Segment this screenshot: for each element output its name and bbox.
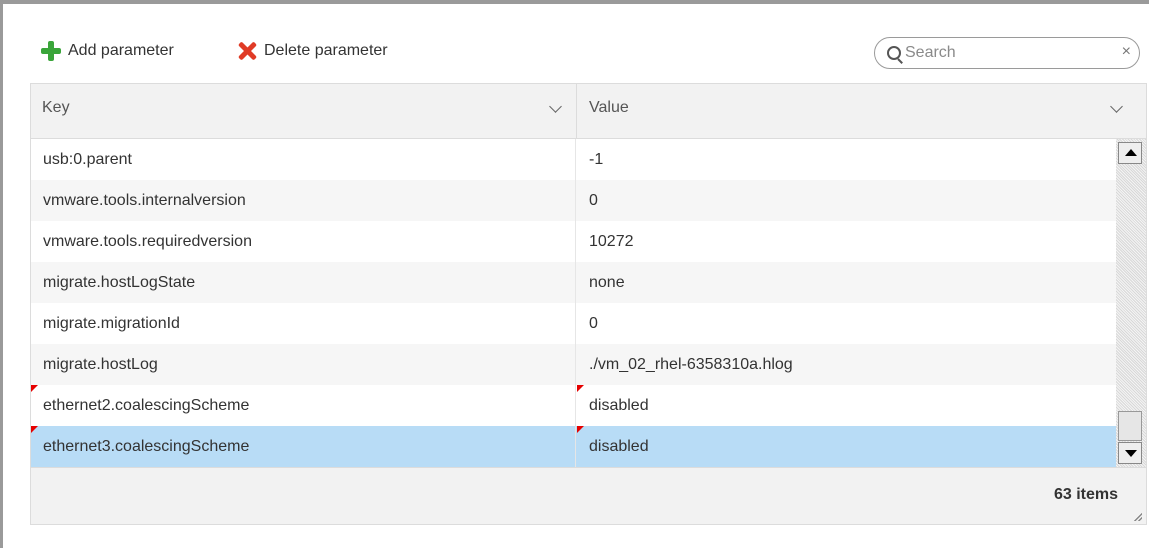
table-row[interactable]: migrate.hostLog ./vm_02_rhel-6358310a.hl…: [31, 344, 1116, 385]
value-cell[interactable]: ./vm_02_rhel-6358310a.hlog: [577, 344, 1116, 385]
window-top-border: [0, 0, 1149, 4]
key-cell: ethernet3.coalescingScheme: [31, 426, 576, 467]
arrow-up-icon: [1125, 149, 1137, 156]
delete-parameter-label: Delete parameter: [264, 42, 388, 59]
value-cell[interactable]: -1: [577, 139, 1116, 180]
vertical-scrollbar[interactable]: [1116, 139, 1146, 467]
grid-header: Key Value: [31, 84, 1146, 139]
key-cell: usb:0.parent: [31, 139, 576, 180]
scroll-up-button[interactable]: [1118, 142, 1142, 164]
add-parameter-button[interactable]: Add parameter: [40, 38, 174, 64]
table-row[interactable]: migrate.migrationId 0: [31, 303, 1116, 344]
scrollbar-thumb[interactable]: [1118, 411, 1142, 441]
search-box: ×: [874, 37, 1140, 69]
value-cell[interactable]: 0: [577, 180, 1116, 221]
column-header-value-label: Value: [589, 99, 629, 116]
delete-parameter-button[interactable]: Delete parameter: [236, 38, 388, 64]
table-row[interactable]: vmware.tools.requiredversion 10272: [31, 221, 1116, 262]
chevron-down-icon[interactable]: [1110, 100, 1123, 113]
table-row[interactable]: usb:0.parent -1: [31, 139, 1116, 180]
window-left-border: [0, 0, 3, 548]
table-row-selected[interactable]: ethernet3.coalescingScheme disabled: [31, 426, 1116, 467]
resize-grip-icon[interactable]: [1134, 513, 1142, 521]
key-text: ethernet2.coalescingScheme: [43, 397, 250, 414]
table-row[interactable]: vmware.tools.internalversion 0: [31, 180, 1116, 221]
column-header-value[interactable]: Value: [577, 84, 1146, 138]
delete-x-icon: [236, 40, 258, 62]
modified-flag-icon: [31, 426, 38, 433]
table-row[interactable]: migrate.hostLogState none: [31, 262, 1116, 303]
table-row[interactable]: ethernet2.coalescingScheme disabled: [31, 385, 1116, 426]
toolbar: Add parameter Delete parameter ×: [30, 32, 1147, 76]
arrow-down-icon: [1125, 450, 1137, 457]
key-cell: vmware.tools.internalversion: [31, 180, 576, 221]
value-cell[interactable]: 10272: [577, 221, 1116, 262]
value-cell[interactable]: disabled: [577, 385, 1116, 426]
grid-footer: 63 items: [31, 467, 1146, 524]
modified-flag-icon: [577, 426, 584, 433]
value-cell[interactable]: 0: [577, 303, 1116, 344]
key-cell: ethernet2.coalescingScheme: [31, 385, 576, 426]
chevron-down-icon[interactable]: [549, 100, 562, 113]
key-text: ethernet3.coalescingScheme: [43, 438, 250, 455]
column-header-key[interactable]: Key: [31, 84, 577, 138]
plus-icon: [40, 40, 62, 62]
scroll-down-button[interactable]: [1118, 442, 1142, 464]
value-cell[interactable]: disabled: [577, 426, 1116, 467]
key-cell: vmware.tools.requiredversion: [31, 221, 576, 262]
add-parameter-label: Add parameter: [68, 42, 174, 59]
clear-search-icon[interactable]: ×: [1122, 43, 1131, 61]
key-cell: migrate.migrationId: [31, 303, 576, 344]
parameters-grid: Key Value usb:0.parent -1 vmware.tools.i…: [30, 83, 1147, 525]
search-icon: [887, 46, 901, 60]
key-cell: migrate.hostLogState: [31, 262, 576, 303]
item-count: 63 items: [1053, 486, 1118, 503]
grid-body: usb:0.parent -1 vmware.tools.internalver…: [31, 139, 1116, 467]
column-header-key-label: Key: [42, 99, 70, 116]
key-cell: migrate.hostLog: [31, 344, 576, 385]
value-text: disabled: [589, 397, 649, 414]
search-input[interactable]: [905, 42, 1105, 64]
modified-flag-icon: [577, 385, 584, 392]
value-text: disabled: [589, 438, 649, 455]
value-cell[interactable]: none: [577, 262, 1116, 303]
modified-flag-icon: [31, 385, 38, 392]
